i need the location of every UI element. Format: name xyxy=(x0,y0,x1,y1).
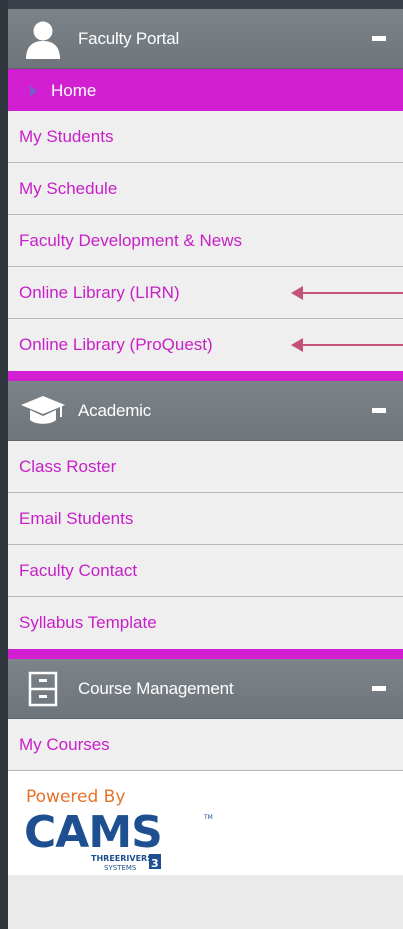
collapse-icon[interactable] xyxy=(372,408,386,413)
powered-by-text: Powered By xyxy=(26,787,126,807)
nav-item-label: Online Library (LIRN) xyxy=(19,282,180,302)
logo-subtitle-2: SYSTEMS xyxy=(104,864,137,872)
nav-item-label: My Courses xyxy=(19,734,110,754)
graduation-cap-icon xyxy=(8,381,78,440)
cams-logo: CAMS TM THREERIVERS SYSTEMS 3 xyxy=(24,807,224,878)
nav-item-label: Email Students xyxy=(19,508,134,528)
nav-item-label: Class Roster xyxy=(19,456,117,476)
user-icon xyxy=(8,9,78,68)
nav-item-label: Online Library (ProQuest) xyxy=(19,335,213,354)
footer: Powered By CAMS TM THREERIVERS SYSTEMS 3 xyxy=(8,771,403,875)
section-header-faculty-portal[interactable]: Faculty Portal xyxy=(8,9,403,69)
nav-item-syllabus-template[interactable]: Syllabus Template xyxy=(8,597,403,649)
nav-item-online-library-lirn[interactable]: Online Library (LIRN) xyxy=(8,267,403,319)
top-strip xyxy=(8,0,403,9)
logo-subtitle-1: THREERIVERS xyxy=(91,854,153,863)
nav-item-label: Home xyxy=(51,80,97,100)
nav-item-class-roster[interactable]: Class Roster xyxy=(8,441,403,493)
sidebar-panel: Faculty Portal Home My Students My Sched… xyxy=(8,0,403,929)
section-divider xyxy=(8,371,403,381)
logo-brand: CAMS xyxy=(24,811,162,858)
filing-cabinet-icon xyxy=(8,659,78,718)
section-title: Academic xyxy=(78,400,152,420)
nav-item-my-courses[interactable]: My Courses xyxy=(8,719,403,771)
collapse-icon[interactable] xyxy=(372,36,386,41)
section-header-academic[interactable]: Academic xyxy=(8,381,403,441)
nav-item-label: My Schedule xyxy=(19,178,118,198)
nav-item-email-students[interactable]: Email Students xyxy=(8,493,403,545)
nav-item-faculty-development[interactable]: Faculty Development & News xyxy=(8,215,403,267)
section-title: Course Management xyxy=(78,678,234,698)
nav-item-label: My Students xyxy=(19,126,114,146)
collapse-icon[interactable] xyxy=(372,686,386,691)
nav-item-online-library-proquest[interactable]: Online Library (ProQuest) xyxy=(8,319,403,371)
section-header-course-management[interactable]: Course Management xyxy=(8,659,403,719)
annotation-arrow xyxy=(291,338,403,352)
nav-item-my-students[interactable]: My Students xyxy=(8,111,403,163)
section-title: Faculty Portal xyxy=(78,28,180,48)
nav-item-home[interactable]: Home xyxy=(8,69,403,111)
svg-text:TM: TM xyxy=(203,814,213,821)
nav-item-label: Faculty Development & News xyxy=(19,230,242,250)
nav-item-my-schedule[interactable]: My Schedule xyxy=(8,163,403,215)
annotation-arrow xyxy=(291,286,403,300)
section-divider xyxy=(8,649,403,659)
svg-text:3: 3 xyxy=(151,857,159,870)
chevron-right-icon xyxy=(30,84,37,97)
nav-item-label: Syllabus Template xyxy=(19,613,157,632)
nav-item-faculty-contact[interactable]: Faculty Contact xyxy=(8,545,403,597)
nav-item-label: Faculty Contact xyxy=(19,560,138,580)
